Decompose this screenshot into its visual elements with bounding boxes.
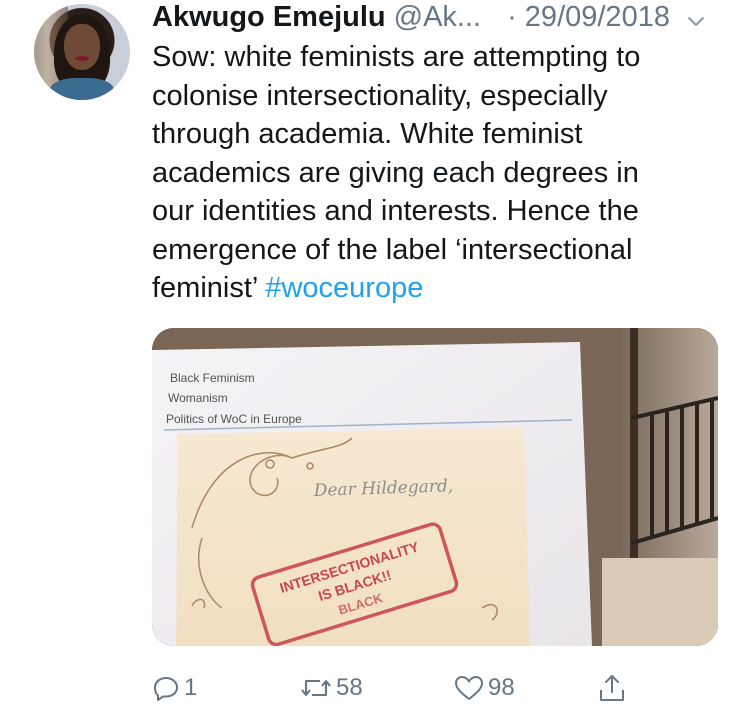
tweet-media-photo[interactable]: Black Feminism Womanism Politics of WoC … — [152, 328, 718, 646]
tweet-text-line: academics are giving each degrees in — [152, 156, 639, 189]
tweet-text-line: through academia. White feminist — [152, 118, 583, 150]
retweet-count: 58 — [336, 674, 363, 701]
avatar-face — [64, 24, 100, 70]
avatar[interactable] — [34, 4, 130, 100]
like-button[interactable]: 98 — [454, 668, 515, 708]
author-handle[interactable]: @Ak... — [394, 1, 481, 34]
tweet-text-line: Sow: white feminists are attempting to — [152, 41, 641, 73]
tweet-date[interactable]: · 29/09/2018 — [507, 1, 670, 34]
tweet-text-line: emergence of the label ‘intersectional — [152, 233, 633, 266]
tweet-text-last: feminist’ — [152, 272, 266, 304]
chevron-down-icon[interactable] — [686, 7, 706, 27]
author-name[interactable]: Akwugo Emejulu — [152, 1, 386, 34]
tweet-header: Akwugo Emejulu @Ak... · 29/09/2018 — [152, 0, 732, 34]
share-icon — [598, 673, 626, 703]
slide-line: Womanism — [168, 391, 228, 405]
reply-count: 1 — [184, 674, 198, 701]
tweet-text: Sow: white feminists are attempting to c… — [152, 38, 712, 308]
like-count: 98 — [488, 674, 515, 701]
hashtag-link[interactable]: #woceurope — [265, 272, 423, 304]
like-icon — [454, 674, 484, 702]
retweet-button[interactable]: 58 — [300, 668, 363, 708]
balcony-ledge — [602, 558, 718, 646]
avatar-lips — [75, 56, 89, 61]
tweet-actions: 1 58 98 — [152, 668, 672, 708]
tweet-text-line: colonise intersectionality, especially — [152, 79, 608, 112]
reply-button[interactable]: 1 — [152, 668, 197, 708]
share-button[interactable] — [598, 668, 626, 708]
slide-line: Politics of WoC in Europe — [166, 412, 302, 426]
retweet-icon — [300, 674, 332, 702]
tweet-text-line: feminist’ #woceurope — [152, 269, 712, 308]
reply-icon — [152, 674, 180, 702]
slide-line: Black Feminism — [170, 371, 255, 385]
tweet-text-line: our identities and interests. Hence the — [152, 195, 639, 227]
avatar-clothing — [50, 78, 114, 100]
